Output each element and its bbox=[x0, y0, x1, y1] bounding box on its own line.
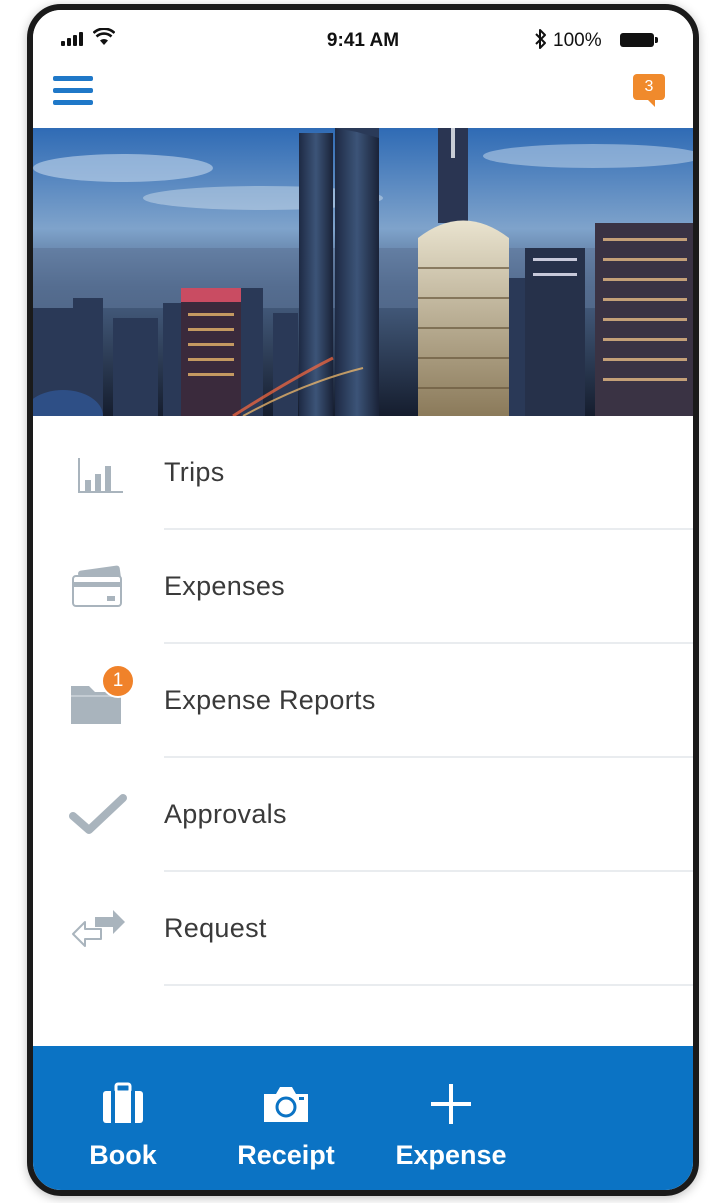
tab-label: Expense bbox=[395, 1140, 507, 1170]
chat-bubble-icon: 3 bbox=[633, 74, 665, 107]
phone-frame: 9:41 AM 100% 3 Trips Expenses 1 Expense … bbox=[27, 4, 699, 1196]
camera-icon bbox=[264, 1087, 308, 1122]
menu-item-expenses[interactable]: Expenses bbox=[33, 530, 693, 644]
menu-item-label: Expense Reports bbox=[164, 685, 376, 715]
battery-percentage: 100% bbox=[553, 30, 602, 51]
menu-item-label: Trips bbox=[164, 457, 225, 487]
menu-item-label: Request bbox=[164, 913, 267, 943]
arrows-icon bbox=[72, 910, 125, 947]
notification-badge: 1 bbox=[101, 664, 135, 698]
book-button[interactable]: Book bbox=[63, 1046, 183, 1190]
notification-button[interactable]: 3 bbox=[633, 74, 667, 107]
menu-item-expense-reports[interactable]: 1 Expense Reports bbox=[33, 644, 693, 758]
divider bbox=[164, 984, 693, 986]
plus-icon bbox=[431, 1084, 471, 1124]
main-menu: Trips Expenses 1 Expense Reports Approva… bbox=[33, 416, 693, 986]
menu-item-label: Expenses bbox=[164, 571, 285, 601]
battery-icon bbox=[620, 33, 658, 47]
credit-card-icon bbox=[72, 565, 122, 607]
notification-count: 3 bbox=[644, 78, 654, 95]
bluetooth-icon bbox=[535, 29, 546, 49]
menu-item-approvals[interactable]: Approvals bbox=[33, 758, 693, 872]
receipt-button[interactable]: Receipt bbox=[221, 1046, 351, 1190]
menu-item-label: Approvals bbox=[164, 799, 287, 829]
menu-item-trips[interactable]: Trips bbox=[33, 416, 693, 530]
hamburger-icon[interactable] bbox=[53, 76, 93, 108]
briefcase-icon bbox=[103, 1082, 143, 1123]
checkmark-icon bbox=[69, 794, 127, 834]
tab-label: Receipt bbox=[237, 1140, 335, 1170]
status-bar: 9:41 AM 100% bbox=[33, 10, 693, 70]
city-skyline-image bbox=[33, 128, 693, 416]
bar-chart-icon bbox=[78, 458, 123, 493]
app-header: 3 bbox=[33, 70, 693, 128]
bottom-action-bar: Book Receipt Expense bbox=[33, 1046, 693, 1190]
menu-item-request[interactable]: Request bbox=[33, 872, 693, 986]
tab-label: Book bbox=[89, 1140, 157, 1170]
expense-button[interactable]: Expense bbox=[383, 1046, 519, 1190]
